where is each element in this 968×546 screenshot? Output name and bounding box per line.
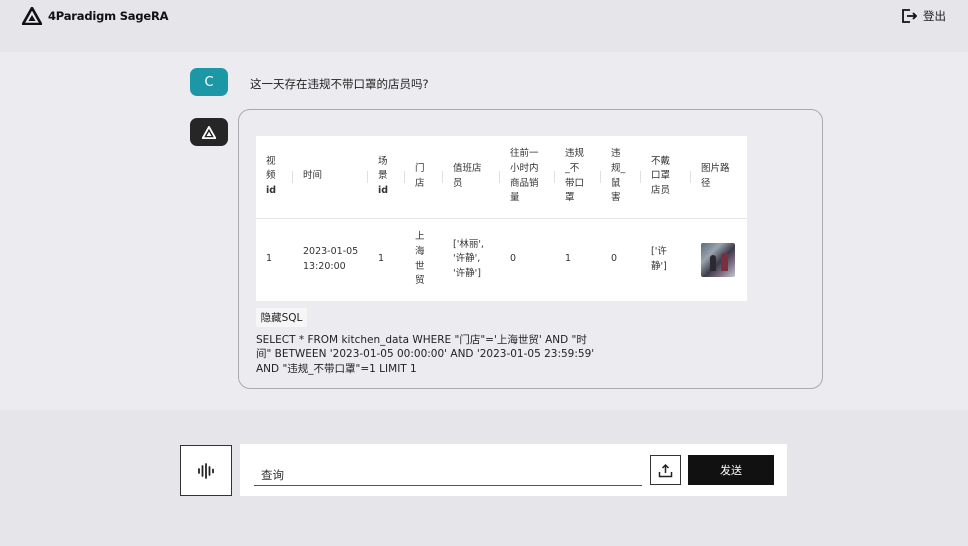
table-cell-text: 贸 — [415, 275, 425, 287]
column-header-text: id — [378, 185, 389, 197]
bot-response-bubble: 视频 id 时间场景 id 门店值班店员往前一 小时内 商品销量违规 _不 带口罩违规_ 鼠害不戴… — [238, 109, 823, 389]
column-header: 门店 — [405, 136, 443, 219]
table-cell: ['许静'] — [641, 218, 691, 301]
table-cell-text: 0 — [510, 253, 517, 265]
table-cell: 1 — [368, 218, 405, 301]
column-header: 时间 — [293, 136, 368, 219]
table-cell-text: 13:20:00 — [303, 260, 346, 272]
table-cell: ['林丽', '许静', '许静'] — [443, 218, 500, 301]
table-header-row: 视频 id 时间场景 id 门店值班店员往前一 小时内 商品销量违规 _不 带口罩违规_ 鼠害不戴… — [256, 136, 747, 219]
column-header-text: 门 — [415, 163, 425, 175]
query-input-container: 发送 — [240, 444, 787, 496]
column-header-text: 图片路 — [701, 163, 730, 175]
column-header: 违规 _不带口罩 — [555, 136, 601, 219]
sagera-logo-icon — [22, 7, 42, 25]
store-photo-thumbnail[interactable] — [701, 242, 735, 277]
input-bar: 发送 — [0, 410, 968, 546]
bot-avatar — [190, 118, 228, 146]
column-header: 图片路径 — [691, 136, 747, 219]
chat-area: C 这一天存在违规不带口罩的店员吗? 视频 id 时间场景 id 门店值班店员往前一 小时… — [0, 52, 968, 410]
column-header-text: 径 — [701, 177, 711, 189]
table-cell-text: '许静'] — [453, 268, 481, 280]
column-header-text: 违 — [611, 148, 621, 160]
table-cell-text: 静'] — [651, 260, 667, 272]
send-button[interactable]: 发送 — [688, 455, 774, 485]
column-header-text: 视 — [266, 155, 276, 167]
column-header: 值班店员 — [443, 136, 500, 219]
table-cell: 0 — [601, 218, 641, 301]
table-cell-text: 海 — [415, 246, 425, 258]
table-cell: 1 — [555, 218, 601, 301]
table-cell: 1 — [256, 218, 293, 301]
column-header: 违规_ 鼠害 — [601, 136, 641, 219]
table-cell-text: 上 — [415, 231, 425, 243]
column-header-text: 商品销 — [510, 177, 539, 189]
column-header-text: 时间 — [303, 170, 323, 182]
result-table: 视频 id 时间场景 id 门店值班店员往前一 小时内 商品销量违规 _不 带口罩违规_ 鼠害不戴… — [256, 136, 747, 301]
column-header-text: id — [266, 185, 277, 197]
column-header: 视频 id — [256, 136, 293, 219]
column-header-text: 值班店 — [453, 163, 482, 175]
column-header: 往前一小时内商品销量 — [500, 136, 555, 219]
table-row: 1 2023-01-05 13:20:00 1 上海世贸 ['林丽', '许静', '许静']… — [256, 218, 747, 301]
column-header: 场景 id — [368, 136, 405, 219]
column-header-text: 小时内 — [510, 163, 539, 175]
column-header-text: 往前一 — [510, 148, 539, 160]
column-header-text: 不戴 — [651, 155, 671, 167]
column-header-text: 频 — [266, 170, 276, 182]
table-cell-text: 世 — [415, 260, 425, 272]
logout-button[interactable]: 登出 — [901, 8, 946, 24]
table-cell-text: 1 — [565, 253, 572, 265]
column-header-text: 罩 — [565, 192, 575, 204]
table-cell-text: 0 — [611, 253, 618, 265]
sql-query-text: SELECT * FROM kitchen_data WHERE "门店"='上… — [256, 334, 595, 375]
table-cell-text: ['许 — [651, 246, 667, 258]
table-cell-text: 1 — [266, 253, 273, 265]
table-cell: 2023-01-05 13:20:00 — [293, 218, 368, 301]
user-avatar: C — [190, 68, 228, 96]
logout-label: 登出 — [923, 9, 946, 23]
voice-input-button[interactable] — [180, 445, 232, 496]
user-question: 这一天存在违规不带口罩的店员吗? — [250, 77, 429, 91]
table-cell-text: '许静', — [453, 253, 481, 265]
sagera-logo-icon — [202, 125, 216, 139]
table-cell-text: ['林丽', — [453, 238, 484, 250]
column-header-text: 店 — [415, 177, 425, 189]
column-header-text: 带口 — [565, 177, 585, 189]
column-header-text: 违规 — [565, 148, 585, 160]
header: 4Paradigm SageRA 登出 — [0, 0, 968, 52]
column-header: 不戴 口罩 店员 — [641, 136, 691, 219]
column-header-text: 量 — [510, 192, 520, 204]
table-cell-text: 2023-01-05 — [303, 246, 359, 258]
column-header-text: 员 — [453, 177, 463, 189]
column-header-text: 口罩 — [651, 170, 671, 182]
column-header-text: 场 — [378, 155, 388, 167]
table-cell-text: 1 — [378, 253, 385, 265]
column-header-text: 店员 — [651, 185, 671, 197]
table-cell — [691, 218, 747, 301]
upload-button[interactable] — [650, 455, 681, 485]
brand-logo: 4Paradigm SageRA — [22, 7, 169, 25]
column-header-text: 景 — [378, 170, 388, 182]
brand-name: 4Paradigm SageRA — [48, 9, 169, 23]
table-cell: 0 — [500, 218, 555, 301]
column-header-text: 规_ — [611, 163, 626, 175]
column-header-text: 鼠 — [611, 177, 621, 189]
hide-sql-button[interactable]: 隐藏SQL — [256, 308, 307, 327]
column-header-text: _不 — [565, 163, 580, 175]
sound-wave-icon — [198, 462, 214, 479]
logout-icon — [902, 9, 917, 23]
upload-icon — [658, 463, 673, 477]
query-input[interactable] — [254, 464, 642, 486]
column-header-text: 害 — [611, 192, 621, 204]
table-cell: 上海世贸 — [405, 218, 443, 301]
